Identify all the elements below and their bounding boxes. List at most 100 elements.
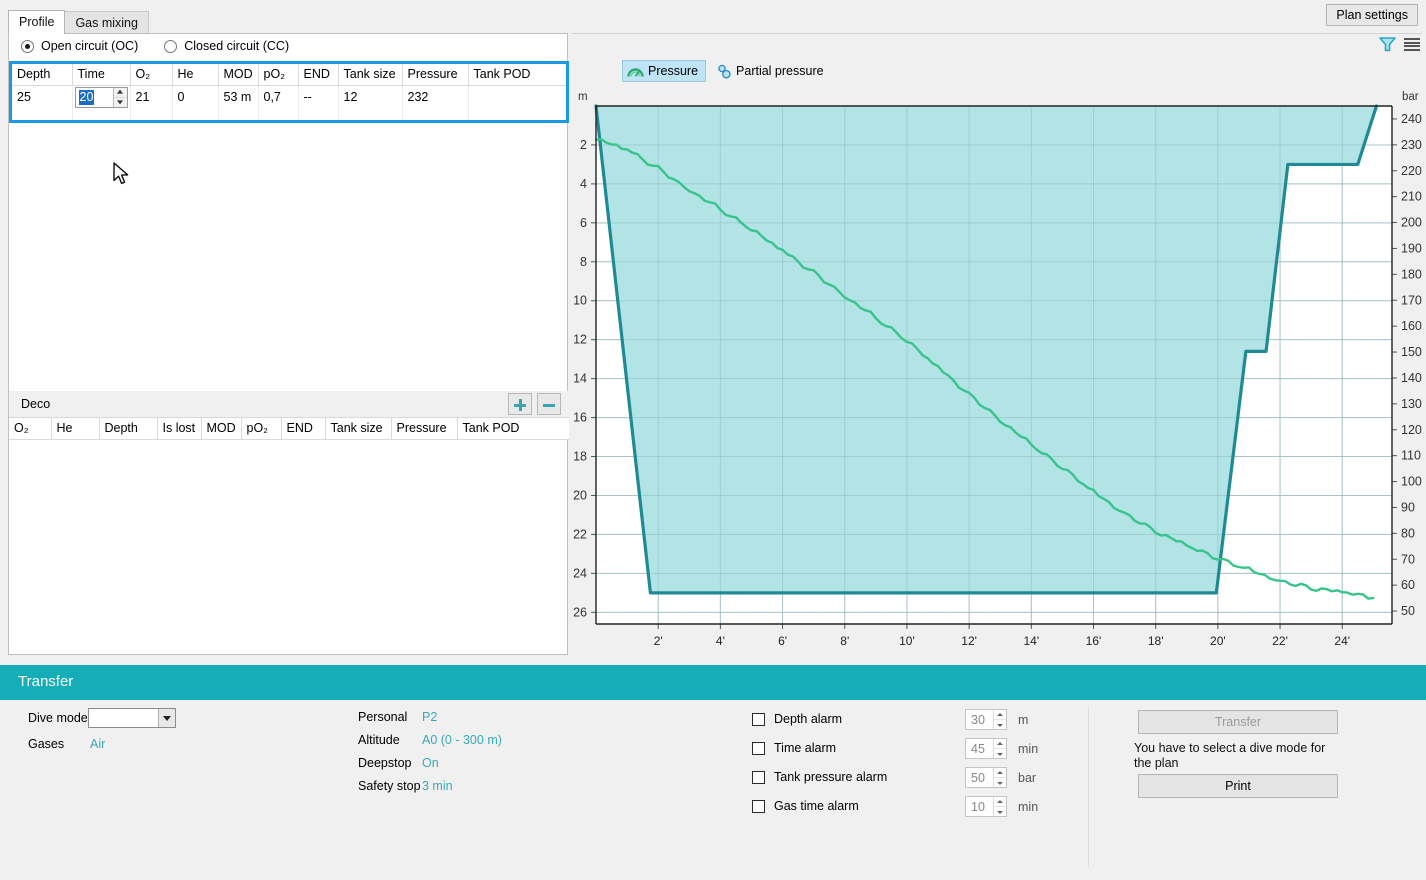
deco-col-he[interactable]: He	[51, 418, 99, 439]
level-po2-cell[interactable]: 0,7	[258, 85, 298, 109]
alarm-gas-time-input[interactable]: 10	[965, 796, 1007, 817]
deepstop-label: Deepstop	[358, 756, 412, 770]
alarm-tank-pressure-value: 50	[971, 771, 985, 785]
alarm-tank-pressure-checkbox[interactable]	[752, 771, 765, 784]
alarm-gas-time-spinner[interactable]	[993, 797, 1006, 816]
pressure-tick-label: 100	[1401, 475, 1422, 489]
alarm-tank-pressure-spinner[interactable]	[993, 768, 1006, 787]
radio-open-circuit[interactable]: Open circuit (OC)	[21, 39, 138, 53]
pressure-tick-label: 200	[1401, 216, 1422, 230]
pressure-tick-label: 90	[1401, 500, 1415, 514]
levels-col-tank-pod[interactable]: Tank POD	[468, 64, 566, 85]
alarm-depth-input[interactable]: 30	[965, 709, 1007, 730]
spinner-up[interactable]	[994, 739, 1006, 748]
dive-mode-label: Dive mode	[28, 711, 88, 725]
level-depth-cell[interactable]: 25	[12, 85, 72, 109]
time-spinner[interactable]: 20	[75, 87, 128, 108]
pressure-tick-label: 140	[1401, 371, 1422, 385]
safety-stop-value[interactable]: 3 min	[422, 779, 453, 793]
levels-col-pressure[interactable]: Pressure	[402, 64, 468, 85]
deco-action-buttons	[508, 393, 561, 415]
chevron-down-icon	[117, 100, 123, 104]
deco-col-po2[interactable]: pO₂	[241, 418, 281, 439]
levels-col-time[interactable]: Time	[72, 64, 130, 85]
profile-content: Open circuit (OC) Closed circuit (CC) Le…	[8, 33, 568, 655]
remove-deco-button[interactable]	[537, 393, 561, 415]
time-spinner-down[interactable]	[114, 97, 127, 107]
deco-col-mod[interactable]: MOD	[201, 418, 241, 439]
deco-col-depth[interactable]: Depth	[99, 418, 157, 439]
levels-col-po2[interactable]: pO₂	[258, 64, 298, 85]
personal-value[interactable]: P2	[422, 710, 437, 724]
alarm-gas-time-checkbox[interactable]	[752, 800, 765, 813]
levels-col-he[interactable]: He	[172, 64, 218, 85]
transfer-button[interactable]: Transfer	[1138, 710, 1338, 734]
add-deco-button[interactable]	[508, 393, 532, 415]
altitude-value[interactable]: A0 (0 - 300 m)	[422, 733, 502, 747]
deco-col-is-lost[interactable]: Is lost	[157, 418, 201, 439]
levels-table: Depth Time O₂ He MOD pO₂ END Tank size P…	[12, 64, 566, 120]
alarm-gas-time[interactable]: Gas time alarm	[752, 799, 859, 813]
spinner-up[interactable]	[994, 768, 1006, 777]
depth-tick-label: 12	[573, 333, 587, 347]
spinner-down[interactable]	[994, 806, 1006, 816]
deco-col-pressure[interactable]: Pressure	[391, 418, 457, 439]
profile-panel: Profile Gas mixing Open circuit (OC) Clo…	[0, 0, 570, 662]
spinner-down[interactable]	[994, 777, 1006, 787]
level-time-cell[interactable]: 20	[72, 85, 130, 109]
empty-cell	[258, 109, 298, 120]
dive-profile-chart[interactable]: 2468101214161820222426240230220210200190…	[570, 0, 1426, 662]
tab-profile[interactable]: Profile	[8, 10, 65, 34]
level-he-cell[interactable]: 0	[172, 85, 218, 109]
time-spinner-up[interactable]	[114, 88, 127, 97]
pressure-tick-label: 190	[1401, 241, 1422, 255]
alarm-tank-pressure-input[interactable]: 50	[965, 767, 1007, 788]
deco-col-tank-size[interactable]: Tank size	[325, 418, 391, 439]
alarm-gas-time-unit: min	[1018, 800, 1038, 814]
levels-col-mod[interactable]: MOD	[218, 64, 258, 85]
alarm-time[interactable]: Time alarm	[752, 741, 836, 755]
chevron-down-icon	[997, 810, 1003, 813]
time-tick-label: 20'	[1210, 634, 1226, 648]
deepstop-value[interactable]: On	[422, 756, 439, 770]
gases-value[interactable]: Air	[90, 737, 105, 751]
levels-col-tank-size[interactable]: Tank size	[338, 64, 402, 85]
empty-cell	[402, 109, 468, 120]
print-button[interactable]: Print	[1138, 774, 1338, 798]
deco-col-end[interactable]: END	[281, 418, 325, 439]
alarm-time-label: Time alarm	[774, 741, 836, 755]
levels-col-depth[interactable]: Depth	[12, 64, 72, 85]
level-o2-cell[interactable]: 21	[130, 85, 172, 109]
level-pressure-cell[interactable]: 232	[402, 85, 468, 109]
alarm-time-checkbox[interactable]	[752, 742, 765, 755]
alarm-time-input[interactable]: 45	[965, 738, 1007, 759]
tab-gas-mixing[interactable]: Gas mixing	[64, 11, 149, 34]
level-tank-pod-cell[interactable]	[468, 85, 566, 109]
gases-label: Gases	[28, 737, 64, 751]
dive-mode-select[interactable]	[88, 708, 176, 728]
deco-col-o2[interactable]: O₂	[9, 418, 51, 439]
panel-tabs: Profile Gas mixing	[8, 10, 148, 34]
spinner-down[interactable]	[994, 748, 1006, 758]
time-tick-label: 18'	[1148, 634, 1164, 648]
spinner-up[interactable]	[994, 797, 1006, 806]
pressure-tick-label: 130	[1401, 397, 1422, 411]
time-spinner-arrows[interactable]	[113, 88, 127, 107]
level-tank-size-cell[interactable]: 12	[338, 85, 402, 109]
alarm-depth-unit: m	[1018, 713, 1028, 727]
depth-tick-label: 22	[573, 527, 587, 541]
spinner-up[interactable]	[994, 710, 1006, 719]
alarm-depth-spinner[interactable]	[993, 710, 1006, 729]
empty-cell	[338, 109, 402, 120]
alarm-depth[interactable]: Depth alarm	[752, 712, 842, 726]
deco-col-tank-pod[interactable]: Tank POD	[457, 418, 569, 439]
alarm-tank-pressure[interactable]: Tank pressure alarm	[752, 770, 887, 784]
alarm-depth-checkbox[interactable]	[752, 713, 765, 726]
radio-closed-circuit[interactable]: Closed circuit (CC)	[164, 39, 289, 53]
levels-col-o2[interactable]: O₂	[130, 64, 172, 85]
depth-tick-label: 10	[573, 294, 587, 308]
table-row[interactable]: 25 20 21 0	[12, 85, 566, 109]
alarm-time-spinner[interactable]	[993, 739, 1006, 758]
levels-col-end[interactable]: END	[298, 64, 338, 85]
spinner-down[interactable]	[994, 719, 1006, 729]
